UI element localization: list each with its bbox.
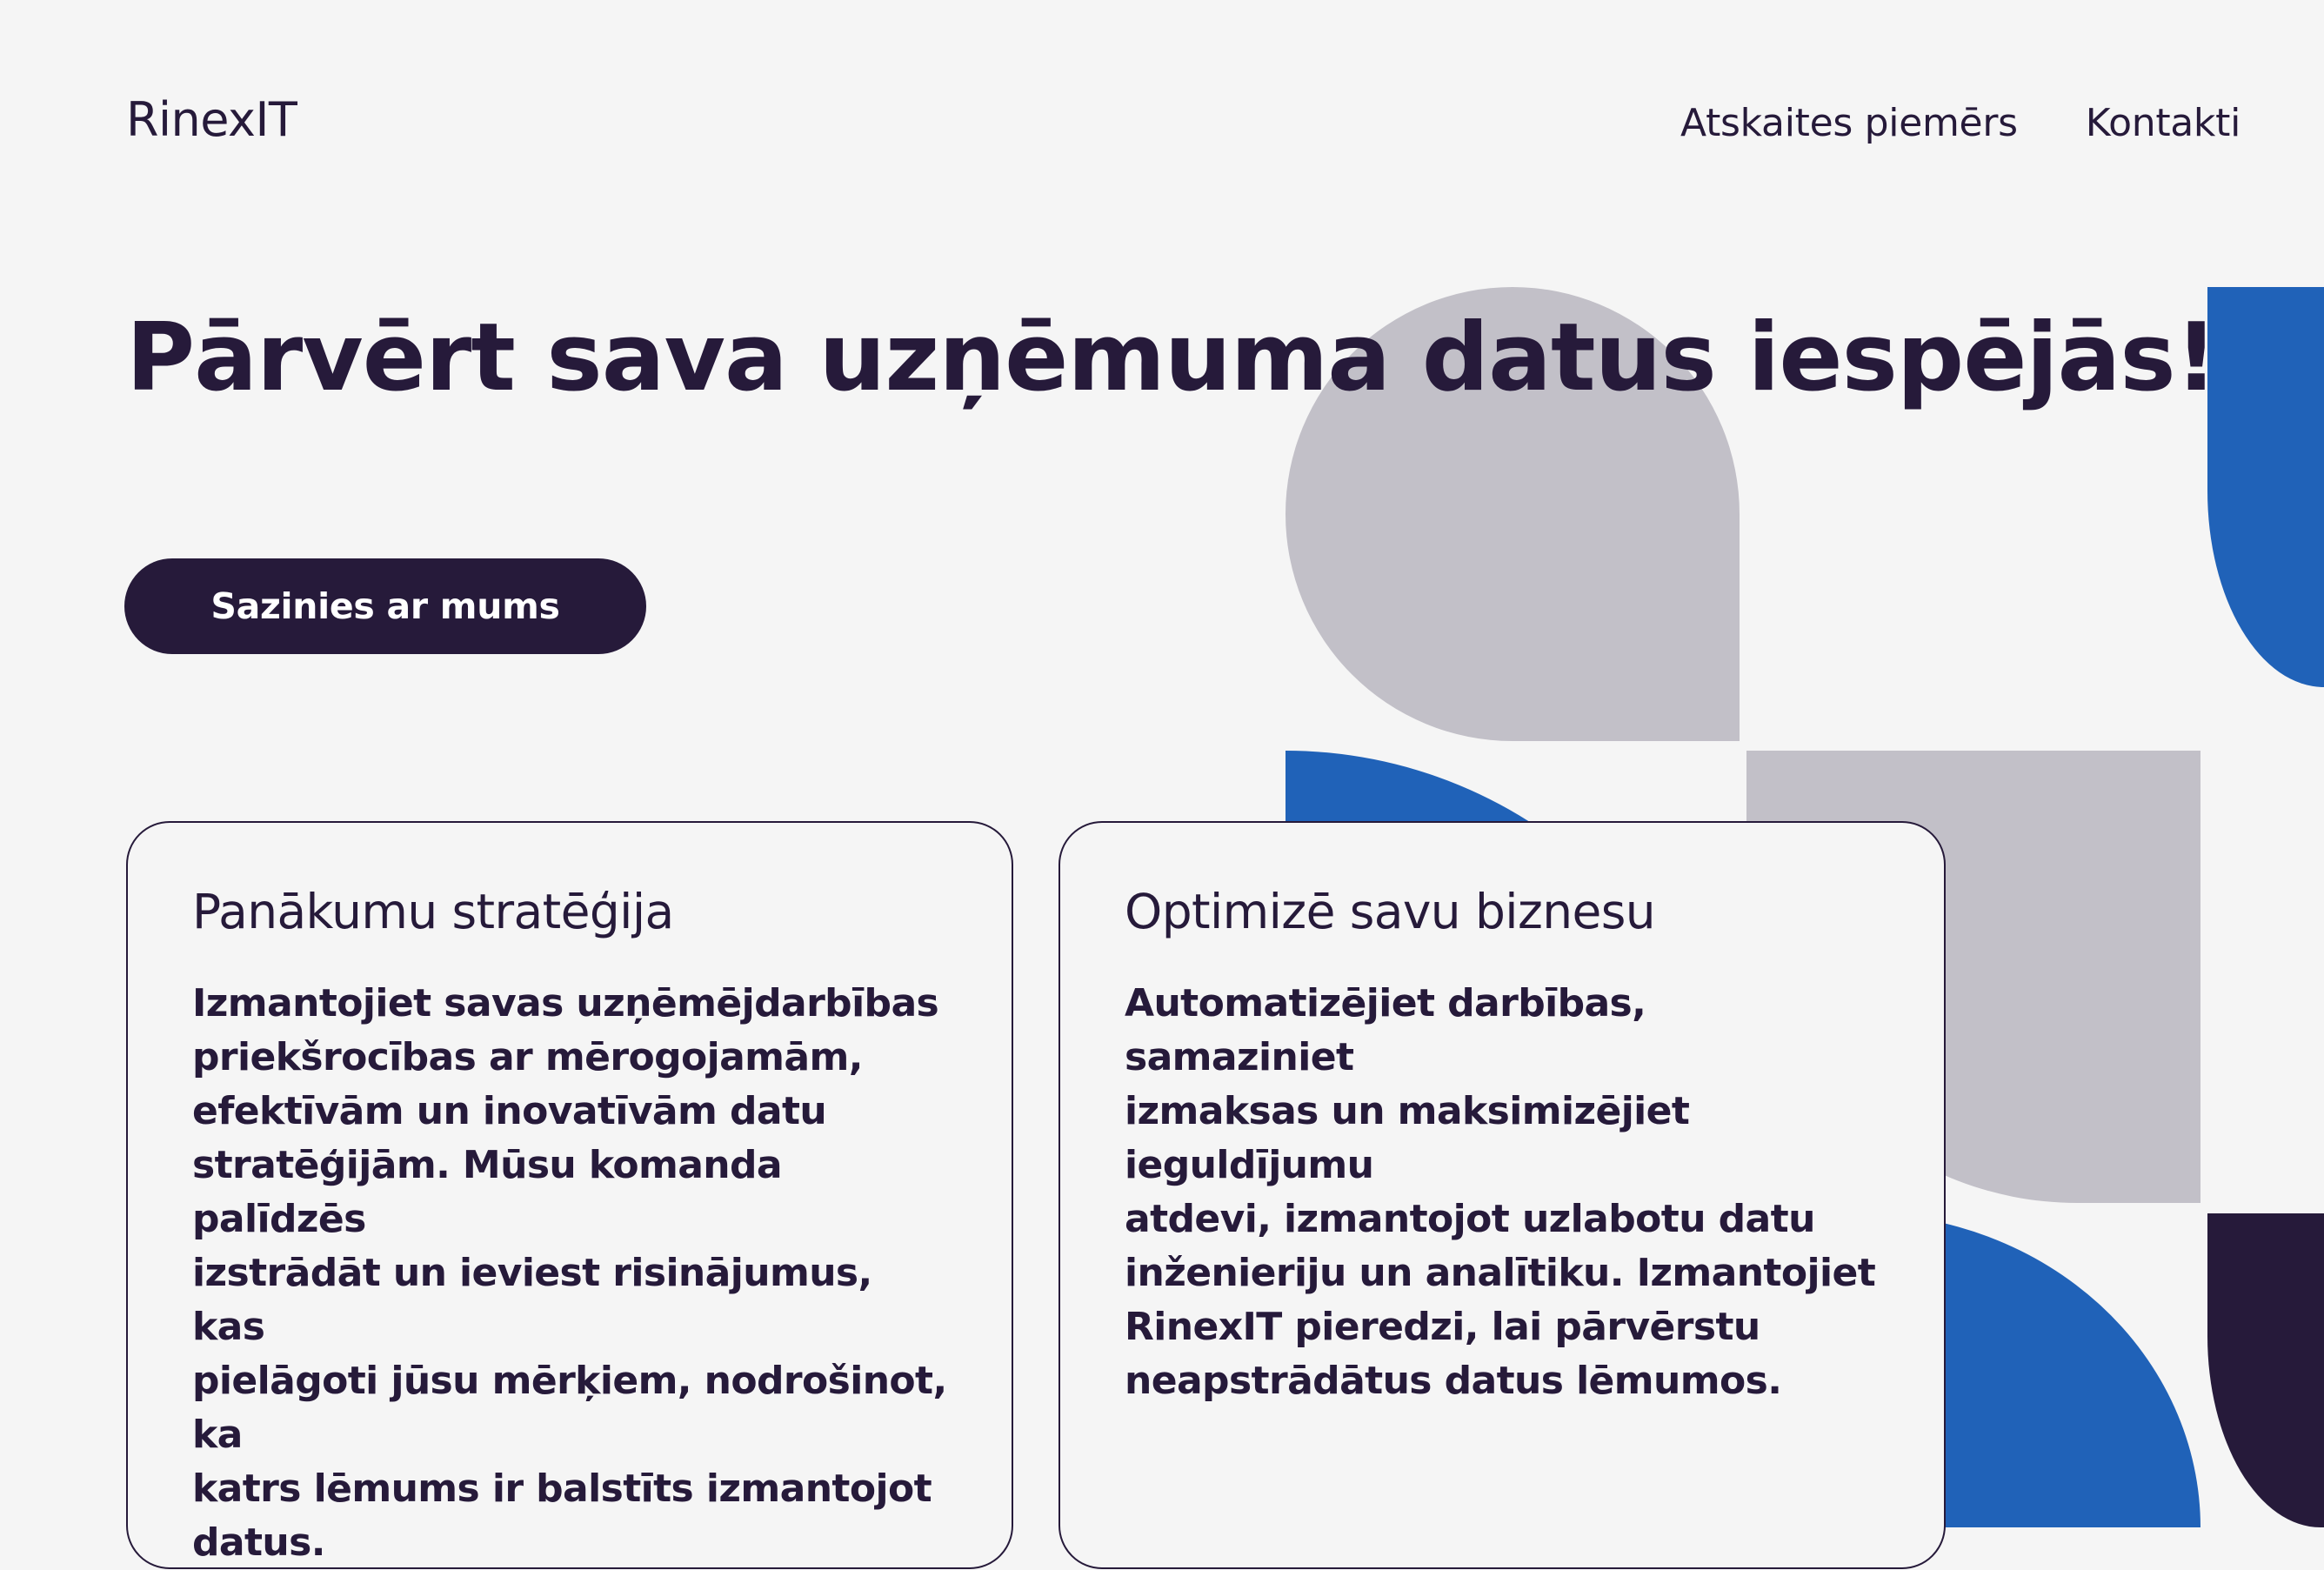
nav-link-contacts[interactable]: Kontakti <box>2086 101 2241 145</box>
card-description: Izmantojiet savas uzņēmējdarbības priekš… <box>192 980 947 1565</box>
card-title: Optimizē savu biznesu <box>1125 884 1656 939</box>
card-title: Panākumu stratēģija <box>192 884 674 939</box>
site-header: RinexIT Atskaites piemērs Kontakti <box>0 0 2324 174</box>
feature-card-optimize: Optimizē savu biznesu Automatizējiet dar… <box>1058 821 1946 1569</box>
hero-title: Pārvērt sava uzņēmuma datus iespējās! <box>126 304 2218 412</box>
decorative-blue-quarter-top-right <box>2207 287 2324 687</box>
feature-card-strategy: Panākumu stratēģija Izmantojiet savas uz… <box>126 821 1013 1569</box>
main-nav: Atskaites piemērs Kontakti <box>1680 101 2241 145</box>
contact-us-button[interactable]: Sazinies ar mums <box>124 558 646 654</box>
decorative-dark-shape-bottom <box>2207 1213 2324 1527</box>
card-description: Automatizējiet darbības, samaziniet izma… <box>1125 980 1876 1403</box>
logo[interactable]: RinexIT <box>126 92 297 147</box>
nav-link-report-example[interactable]: Atskaites piemērs <box>1680 101 2018 145</box>
